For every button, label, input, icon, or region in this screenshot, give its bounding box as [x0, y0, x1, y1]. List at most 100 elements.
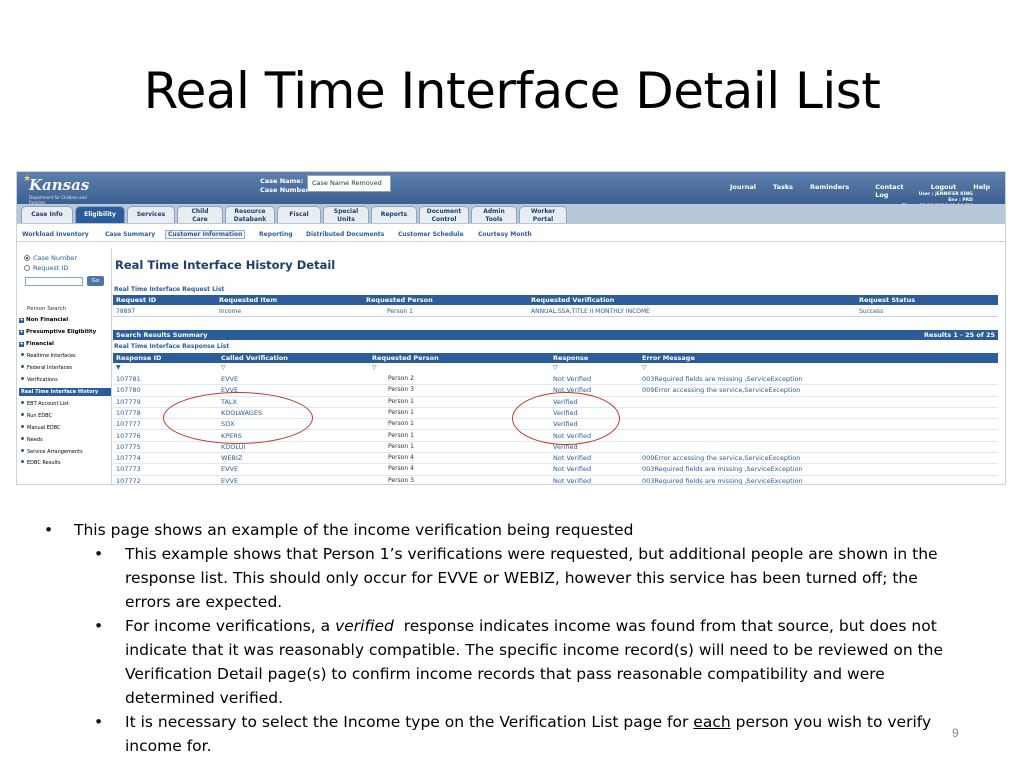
requested-person: Person 1 — [388, 442, 414, 450]
nav-edbc-results[interactable]: EDBC Results — [19, 460, 61, 466]
journal-link[interactable]: Journal — [730, 183, 756, 199]
case-search-input[interactable] — [25, 277, 83, 286]
radio-case-number[interactable]: Case Number — [24, 254, 77, 262]
sort-desc-icon[interactable]: ▼ — [116, 364, 121, 371]
called-verification: EVVE — [221, 476, 239, 485]
requested-person: Person 3 — [388, 476, 414, 484]
tab-eligibility[interactable]: Eligibility — [75, 206, 125, 223]
annotation-circle-verifications — [163, 392, 313, 444]
bullet-icon: • — [44, 521, 54, 539]
table-row[interactable]: 107773 EVVE Person 4 Not Verified 003Require… — [113, 464, 998, 476]
person-search-link[interactable]: Person Search — [27, 306, 66, 312]
bullet-sub-1: This example shows that Person 1’s verif… — [125, 545, 938, 611]
tab-worker-portal[interactable]: Worker Portal — [519, 206, 567, 223]
response-id-link[interactable]: 107773 — [116, 465, 141, 473]
tab-case-info[interactable]: Case Info — [21, 206, 73, 223]
tab-special-units[interactable]: Special Units — [323, 206, 369, 223]
response-id-link[interactable]: 107780 — [116, 386, 141, 394]
case-name-field[interactable]: Case Name Removed — [307, 175, 391, 192]
requested-person: Person 4 — [388, 465, 414, 473]
error-message: 003Required fields are missing ,ServiceE… — [642, 465, 803, 474]
response-status: Not Verified — [553, 476, 592, 485]
reminders-link[interactable]: Reminders — [810, 183, 849, 199]
requested-person: Person 1 — [388, 431, 414, 439]
sub-navigation: Workload Inventory Case Summary Customer… — [17, 228, 1005, 242]
nav-financial[interactable]: + Financial — [19, 341, 54, 347]
subnav-customer-information[interactable]: Customer Information — [165, 230, 246, 239]
subnav-workload-inventory[interactable]: Workload Inventory — [22, 231, 89, 238]
nav-ebt-account-list[interactable]: EBT Account List — [19, 401, 69, 407]
bullet-sub-2: For income verifications, a verified res… — [125, 617, 944, 707]
requested-person: Person 1 — [388, 420, 414, 428]
request-table-header: Request ID Requested Item Requested Pers… — [113, 295, 998, 305]
tab-reports[interactable]: Reports — [371, 206, 417, 223]
table-row[interactable]: 107772 EVVE Person 3 Not Verified 003Require… — [113, 476, 998, 485]
app-screenshot: ★ Kansas Department for Children and Fam… — [16, 171, 1006, 485]
tab-fiscal[interactable]: Fiscal — [277, 206, 321, 223]
nav-federal-interfaces[interactable]: Federal Interfaces — [19, 365, 72, 371]
page-number: 9 — [952, 726, 959, 740]
subnav-reporting[interactable]: Reporting — [259, 231, 293, 238]
response-id-link[interactable]: 107778 — [116, 409, 141, 417]
bullet-icon — [21, 377, 24, 380]
requested-person: Person 4 — [388, 454, 414, 462]
response-id-link[interactable]: 107776 — [116, 432, 141, 440]
response-status: Not Verified — [553, 465, 592, 474]
response-id-link[interactable]: 107781 — [116, 375, 141, 383]
radio-empty-icon — [24, 265, 30, 271]
tab-document-control[interactable]: Document Control — [419, 206, 469, 223]
sort-icon[interactable]: ▽ — [372, 364, 377, 371]
expand-icon: + — [19, 341, 24, 347]
bullet-icon: • — [94, 545, 104, 563]
main-tabs: Case Info Eligibility Services Child Care… — [17, 204, 1005, 224]
nav-non-financial[interactable]: + Non Financial — [19, 317, 68, 323]
sort-icon[interactable]: ▽ — [642, 364, 647, 371]
page-title: Real Time Interface History Detail — [115, 258, 336, 272]
nav-needs[interactable]: Needs — [19, 437, 43, 443]
bullet-icon — [21, 449, 24, 452]
tasks-link[interactable]: Tasks — [773, 183, 793, 199]
subnav-case-summary[interactable]: Case Summary — [105, 231, 155, 238]
expand-icon: + — [19, 329, 24, 335]
response-id-link[interactable]: 107779 — [116, 398, 141, 406]
response-id-link[interactable]: 107774 — [116, 454, 141, 462]
subnav-distributed-documents[interactable]: Distributed Documents — [306, 231, 384, 238]
response-id-link[interactable]: 107772 — [116, 477, 141, 484]
case-labels: Case Name: Case Number: — [260, 177, 312, 194]
app-header: ★ Kansas Department for Children and Fam… — [17, 172, 1005, 209]
nav-service-arrangements[interactable]: Service Arrangements — [19, 449, 83, 455]
response-status: Not Verified — [553, 454, 592, 463]
response-id-link[interactable]: 107775 — [116, 443, 141, 451]
expand-icon: + — [19, 317, 24, 323]
subnav-courtesy-month[interactable]: Courtesy Month — [478, 231, 532, 238]
sort-icon[interactable]: ▽ — [553, 364, 558, 371]
table-row[interactable]: 107774 WEBIZ Person 4 Not Verified 009Error … — [113, 453, 998, 465]
radio-request-id[interactable]: Request ID — [24, 264, 68, 272]
sort-icon[interactable]: ▽ — [221, 364, 226, 371]
nav-run-edbc[interactable]: Run EDBC — [19, 413, 52, 419]
called-verification: EVVE — [221, 375, 239, 383]
called-verification: KDOLUI — [221, 442, 246, 451]
tab-resource-databank[interactable]: Resource Databank — [225, 206, 275, 223]
tab-child-care[interactable]: Child Care — [177, 206, 223, 223]
subnav-customer-schedule[interactable]: Customer Schedule — [398, 231, 464, 238]
response-id-link[interactable]: 107777 — [116, 420, 141, 428]
kansas-logo: ★ Kansas Department for Children and Fam… — [23, 174, 90, 205]
request-table-row: 78897 Income Person 1 ANNUAL,SSA,TITLE I… — [113, 307, 998, 317]
slide-title: Real Time Interface Detail List — [143, 62, 881, 120]
tab-services[interactable]: Services — [127, 206, 175, 223]
nav-realtime-interfaces[interactable]: Realtime Interfaces — [19, 353, 76, 359]
help-link[interactable]: Help — [973, 183, 990, 199]
nav-verifications[interactable]: Verifications — [19, 377, 58, 383]
nav-manual-edbc[interactable]: Manual EDBC — [19, 425, 61, 431]
nav-real-time-interface-history[interactable]: Real Time Interface History — [19, 388, 111, 396]
table-row[interactable]: 107781 EVVE Person 2 Not Verified 003Require… — [113, 374, 998, 386]
tab-admin-tools[interactable]: Admin Tools — [471, 206, 517, 223]
error-message: 009Error accessing the service,ServiceEx… — [642, 386, 801, 395]
go-button[interactable]: Go — [87, 276, 104, 286]
response-table-header: Response ID Called Verification Requeste… — [113, 353, 998, 363]
nav-presumptive-eligibility[interactable]: + Presumptive Eligibility — [19, 329, 96, 335]
bullet-icon — [21, 353, 24, 356]
bullet-icon — [21, 437, 24, 440]
bullet-icon — [21, 401, 24, 404]
